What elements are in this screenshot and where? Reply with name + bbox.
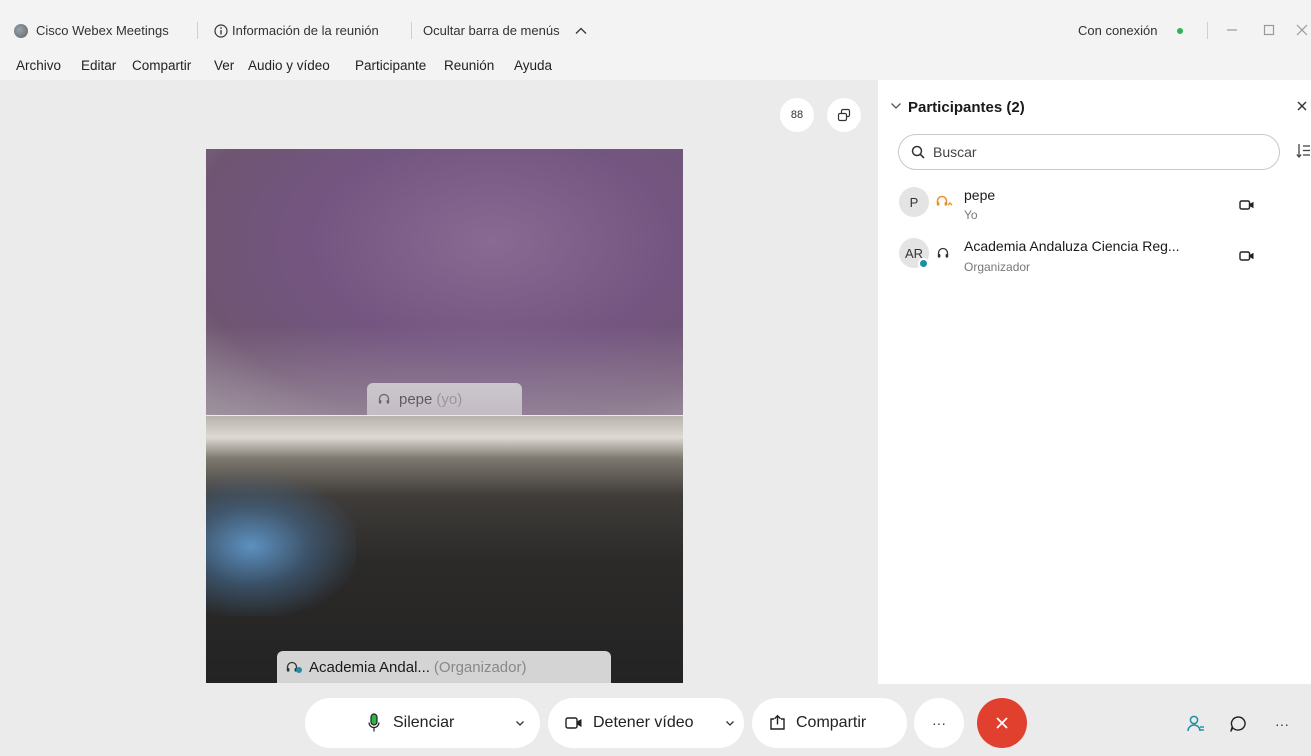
title-separator xyxy=(411,22,412,39)
hide-menu-bar-button[interactable]: Ocultar barra de menús xyxy=(423,23,560,38)
menu-bar: Archivo Editar Compartir Ver Audio y víd… xyxy=(0,52,1311,80)
self-name-label: pepe (yo) xyxy=(367,383,522,415)
menu-ayuda[interactable]: Ayuda xyxy=(514,58,552,73)
headset-icon xyxy=(937,247,949,258)
leave-meeting-button[interactable] xyxy=(977,698,1027,748)
participant-search-input[interactable] xyxy=(898,134,1280,170)
presence-status-icon xyxy=(918,258,929,269)
maximize-icon[interactable] xyxy=(1259,20,1279,40)
organizer-video-tile[interactable]: Academia Andal... (Organizador) xyxy=(206,416,683,683)
share-button[interactable]: Compartir xyxy=(752,698,907,748)
organizer-suffix: (Organizador) xyxy=(433,658,527,676)
chevron-down-icon[interactable] xyxy=(890,102,902,110)
chat-icon xyxy=(1230,716,1246,732)
participant-role: Yo xyxy=(964,208,978,222)
menu-ver[interactable]: Ver xyxy=(214,58,234,73)
layers-icon xyxy=(837,108,851,122)
info-icon xyxy=(214,24,228,38)
stop-video-button[interactable]: Detener vídeo xyxy=(548,698,744,748)
more-panels-button[interactable]: ··· xyxy=(1264,706,1300,742)
menu-participante[interactable]: Participante xyxy=(355,58,426,73)
more-icon: ··· xyxy=(1275,716,1289,732)
close-panel-icon[interactable] xyxy=(1296,100,1308,112)
video-stage: 88 pepe (yo) Academia Andal... (Organiza… xyxy=(0,80,877,692)
participants-toggle-button[interactable] xyxy=(1178,706,1214,742)
organizer-name-label: Academia Andal... (Organizador) xyxy=(277,651,611,683)
microphone-icon xyxy=(368,713,380,732)
menu-archivo[interactable]: Archivo xyxy=(16,58,61,73)
app-title: Cisco Webex Meetings xyxy=(36,23,169,38)
video-camera-icon[interactable] xyxy=(1239,250,1255,262)
connection-status: Con conexión xyxy=(1078,23,1158,38)
minimize-icon[interactable] xyxy=(1222,20,1242,40)
close-icon xyxy=(996,717,1008,729)
sort-icon[interactable] xyxy=(1296,142,1311,160)
share-icon xyxy=(770,714,785,730)
more-icon: ··· xyxy=(932,715,946,731)
search-icon xyxy=(911,145,925,159)
self-suffix: (yo) xyxy=(436,390,463,408)
more-options-button[interactable]: ··· xyxy=(914,698,964,748)
layout-options-button[interactable] xyxy=(827,98,861,132)
participants-title: Participantes (2) xyxy=(908,99,1025,116)
stop-video-label: Detener vídeo xyxy=(593,714,694,731)
mute-button[interactable]: Silenciar xyxy=(305,698,540,748)
title-separator xyxy=(1207,22,1208,39)
participant-name: pepe xyxy=(964,187,996,203)
connected-indicator-icon xyxy=(1177,28,1183,34)
chevron-down-icon[interactable] xyxy=(725,720,735,727)
title-bar: Cisco Webex Meetings Información de la r… xyxy=(0,0,1311,52)
avatar-initials: P xyxy=(909,194,919,210)
meeting-info-button[interactable]: Información de la reunión xyxy=(232,23,379,38)
title-separator xyxy=(197,22,198,39)
close-window-icon[interactable] xyxy=(1292,20,1311,40)
participant-name: Academia Andaluza Ciencia Reg... xyxy=(964,238,1180,254)
self-video-tile[interactable]: pepe (yo) xyxy=(206,149,683,415)
self-name: pepe xyxy=(399,390,433,408)
mute-label: Silenciar xyxy=(393,714,455,731)
participants-icon xyxy=(1187,715,1204,732)
headset-icon xyxy=(378,393,390,404)
share-label: Compartir xyxy=(796,714,867,731)
headset-icon xyxy=(286,661,302,673)
video-camera-icon xyxy=(565,717,582,729)
avatar: P xyxy=(899,187,929,217)
participants-panel: Participantes (2) P pepe Yo xyxy=(878,80,1311,684)
grid-view-button[interactable]: 88 xyxy=(780,98,814,132)
participant-role: Organizador xyxy=(964,260,1031,274)
chat-button[interactable] xyxy=(1220,706,1256,742)
meeting-controls: Silenciar Detener vídeo Compartir ··· ··… xyxy=(0,692,1311,756)
chevron-down-icon[interactable] xyxy=(515,720,525,727)
menu-reunion[interactable]: Reunión xyxy=(444,58,494,73)
audio-active-icon xyxy=(936,195,953,206)
chevron-up-icon[interactable] xyxy=(575,26,587,35)
menu-compartir[interactable]: Compartir xyxy=(132,58,191,73)
webex-logo-icon xyxy=(14,24,28,38)
organizer-name: Academia Andal... xyxy=(309,658,430,676)
menu-editar[interactable]: Editar xyxy=(81,58,116,73)
grid-view-icon: 88 xyxy=(790,109,804,121)
menu-audio-video[interactable]: Audio y vídeo xyxy=(248,58,330,73)
video-camera-icon[interactable] xyxy=(1239,199,1255,211)
